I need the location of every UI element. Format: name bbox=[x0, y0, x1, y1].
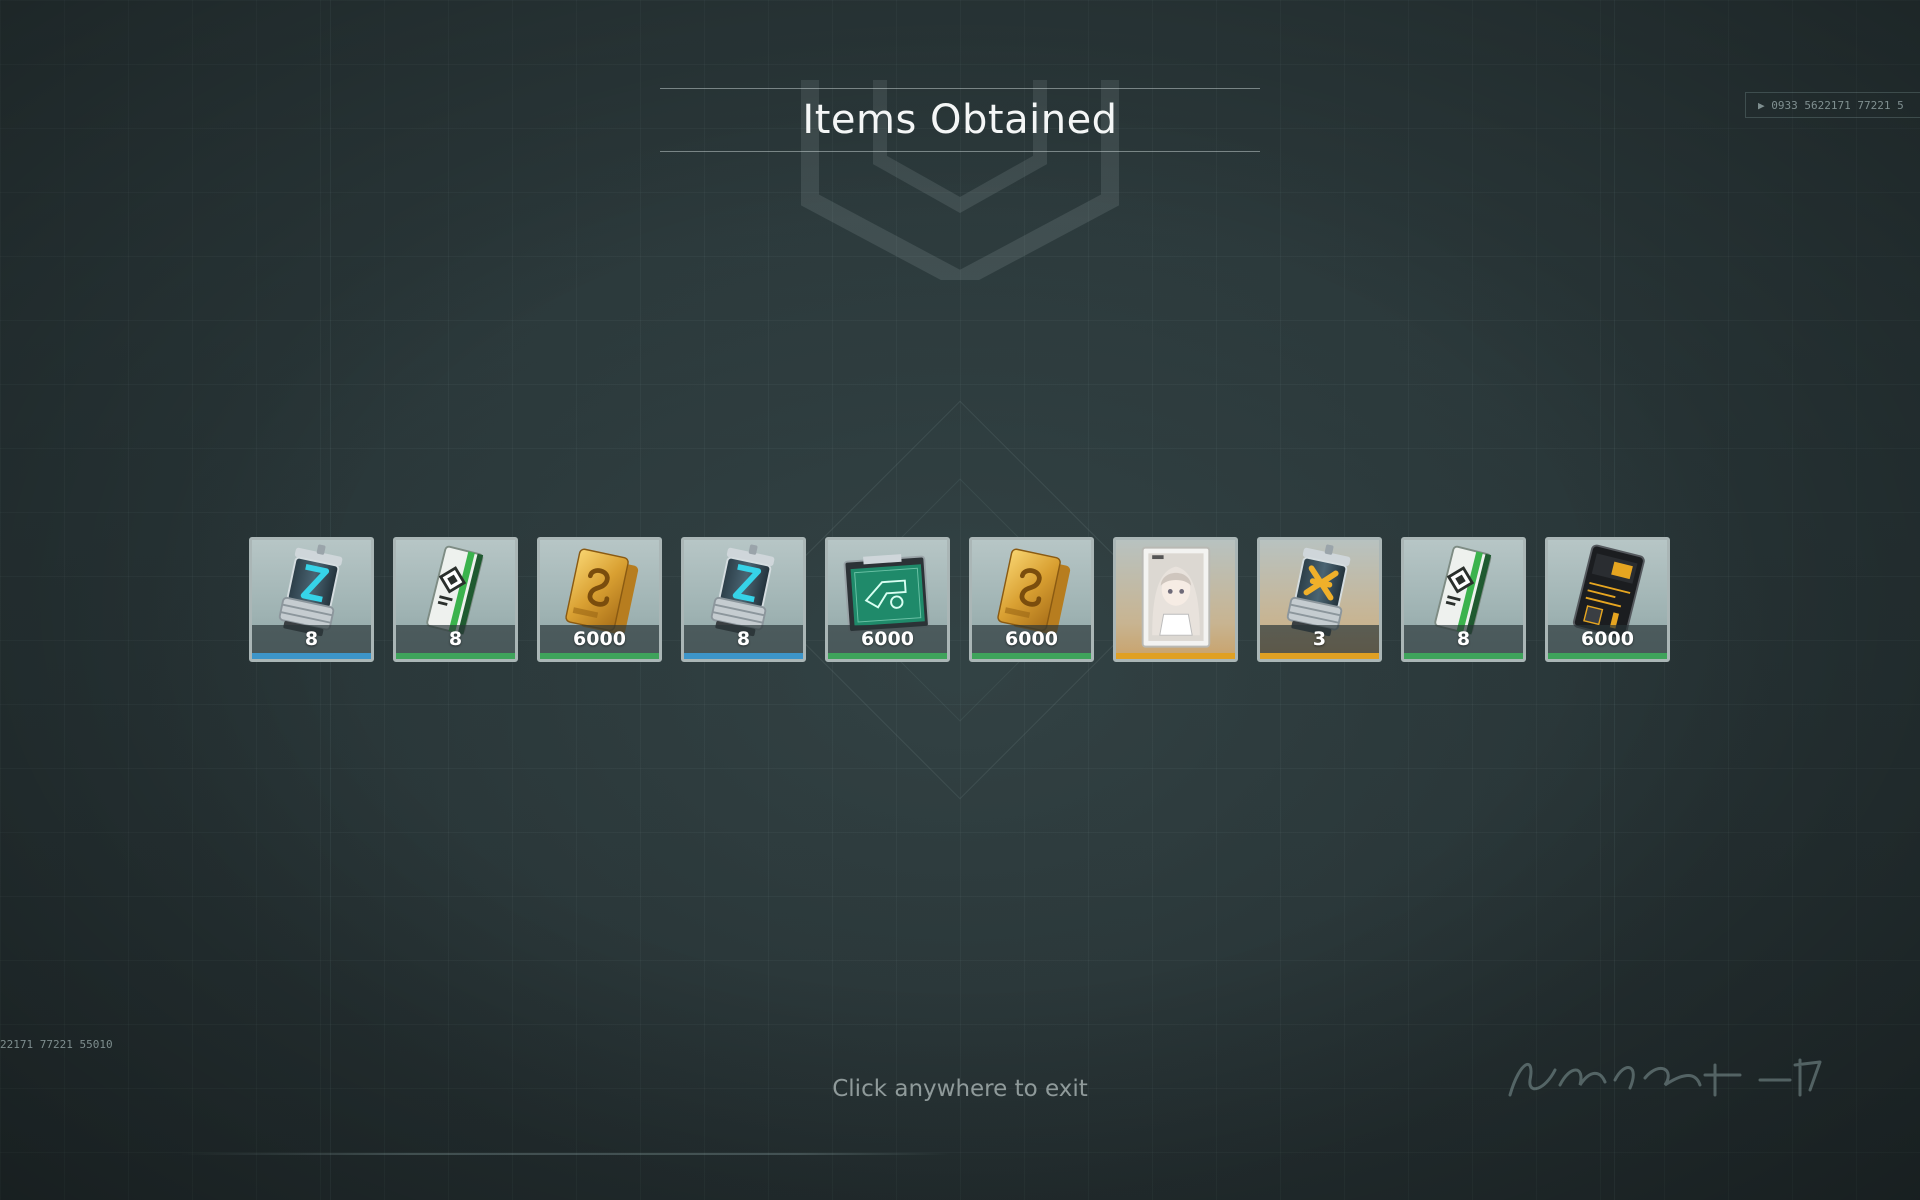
reward-item[interactable] bbox=[1113, 537, 1238, 662]
exit-hint[interactable]: Click anywhere to exit bbox=[0, 1076, 1920, 1102]
item-quantity: 6000 bbox=[1005, 628, 1058, 650]
item-quantity: 8 bbox=[736, 628, 751, 650]
item-quantity: 6000 bbox=[573, 628, 626, 650]
quantity-bar: 6000 bbox=[828, 625, 947, 653]
item-quantity: 8 bbox=[448, 628, 463, 650]
quantity-bar: 8 bbox=[1404, 625, 1523, 653]
reward-item[interactable]: 8 bbox=[393, 537, 518, 662]
rarity-stripe bbox=[684, 653, 803, 659]
item-quantity: 8 bbox=[1456, 628, 1471, 650]
reward-item[interactable]: 6000 bbox=[825, 537, 950, 662]
item-quantity: 6000 bbox=[1581, 628, 1634, 650]
reward-item[interactable]: 6000 bbox=[537, 537, 662, 662]
rarity-stripe bbox=[1116, 653, 1235, 659]
quantity-bar: 3 bbox=[1260, 625, 1379, 653]
rarity-stripe bbox=[396, 653, 515, 659]
bottom-divider bbox=[180, 1153, 950, 1155]
rarity-stripe bbox=[1404, 653, 1523, 659]
reward-item[interactable]: 8 bbox=[1401, 537, 1526, 662]
reward-item[interactable]: 3 bbox=[1257, 537, 1382, 662]
character-card-icon bbox=[1116, 540, 1235, 659]
rarity-stripe bbox=[252, 653, 371, 659]
rarity-stripe bbox=[1260, 653, 1379, 659]
reward-item[interactable]: 6000 bbox=[1545, 537, 1670, 662]
rarity-stripe bbox=[972, 653, 1091, 659]
page-title: Items Obtained bbox=[802, 97, 1118, 143]
quantity-bar: 6000 bbox=[540, 625, 659, 653]
reward-item[interactable]: 6000 bbox=[969, 537, 1094, 662]
item-quantity: 6000 bbox=[861, 628, 914, 650]
item-quantity: 8 bbox=[304, 628, 319, 650]
reward-item[interactable]: 8 bbox=[249, 537, 374, 662]
quantity-bar: 8 bbox=[684, 625, 803, 653]
rarity-stripe bbox=[1548, 653, 1667, 659]
quantity-bar: 6000 bbox=[972, 625, 1091, 653]
item-quantity: 3 bbox=[1312, 628, 1327, 650]
item-row: 8 8 6000 8 6000 6000 3 8 6000 bbox=[249, 537, 1670, 662]
quantity-bar: 8 bbox=[252, 625, 371, 653]
title-banner: Items Obtained bbox=[660, 88, 1260, 152]
quantity-bar: 6000 bbox=[1548, 625, 1667, 653]
rarity-stripe bbox=[828, 653, 947, 659]
rarity-stripe bbox=[540, 653, 659, 659]
quantity-bar: 8 bbox=[396, 625, 515, 653]
reward-item[interactable]: 8 bbox=[681, 537, 806, 662]
